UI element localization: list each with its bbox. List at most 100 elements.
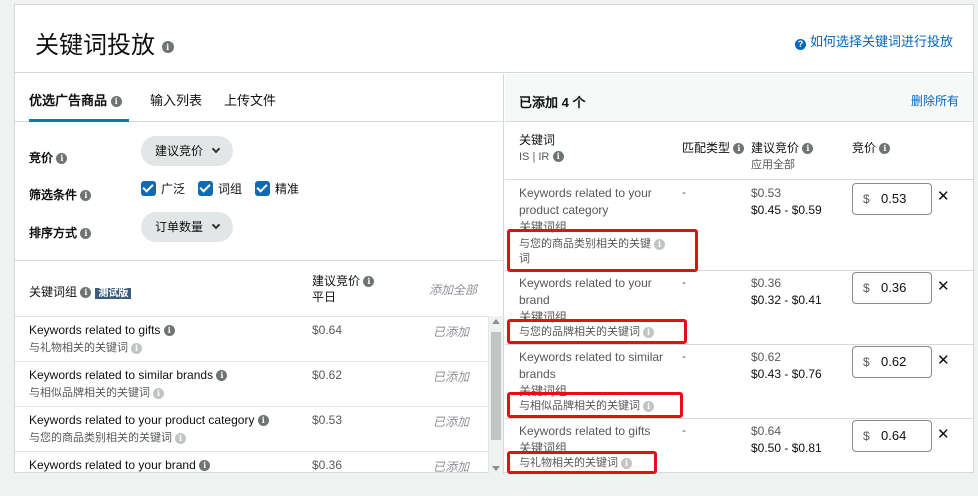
info-icon[interactable]: i xyxy=(131,342,143,354)
filter-exact-checkbox[interactable]: 精准 xyxy=(255,180,299,197)
beta-badge: 测试版 xyxy=(95,288,132,299)
suggested-bid: $0.64 $0.50 - $0.81 xyxy=(751,424,822,455)
info-icon[interactable]: i xyxy=(802,143,814,155)
info-icon[interactable]: i xyxy=(80,287,92,299)
highlight-box xyxy=(507,392,683,418)
keyword-text: Keywords related to gifts i xyxy=(29,323,175,337)
col-bid: 竞价 i xyxy=(852,140,891,156)
bid-input[interactable]: $0.53 xyxy=(852,183,932,215)
filter-phrase-checkbox[interactable]: 词组 xyxy=(198,180,242,197)
info-icon[interactable]: i xyxy=(110,96,122,108)
checkbox-checked-icon[interactable] xyxy=(198,181,213,196)
remove-icon[interactable]: ✕ xyxy=(937,351,950,369)
table-row: Keywords related to your brand i $0.36 已… xyxy=(15,451,488,496)
remove-icon[interactable]: ✕ xyxy=(937,425,950,443)
bid-input[interactable]: $0.64 xyxy=(852,420,932,452)
added-table-header: 关键词 IS | IR i 匹配类型 i 建议竞价 i 应用全部 竞价 i xyxy=(505,122,973,180)
bid-input[interactable]: $0.62 xyxy=(852,346,932,378)
keyword-text: Keywords related to similar brands i xyxy=(29,368,228,382)
keyword-translation: 与您的商品类别相关的关键词 i xyxy=(29,429,187,445)
table-row: Keywords related to similar brands i 与相似… xyxy=(15,361,488,406)
scroll-down-arrow-icon[interactable] xyxy=(492,466,500,471)
info-icon[interactable]: i xyxy=(216,370,228,382)
add-all-button[interactable]: 添加全部 xyxy=(429,281,477,298)
panel-header: 关键词投放 i ? 如何选择关键词进行投放 xyxy=(15,5,973,73)
help-link[interactable]: ? 如何选择关键词进行投放 xyxy=(794,31,953,50)
added-count: 已添加 4 个 xyxy=(519,95,586,110)
info-icon[interactable]: i xyxy=(161,40,174,53)
keyword-translation: 与相似品牌相关的关键词 i xyxy=(29,384,165,400)
tab-upload-file[interactable]: 上传文件 xyxy=(224,90,276,109)
suggested-bid: $0.64 xyxy=(312,323,343,337)
highlight-box xyxy=(507,451,657,474)
active-tab-indicator xyxy=(29,119,129,122)
tab-suggested[interactable]: 优选广告商品 i xyxy=(29,90,122,109)
checkbox-checked-icon[interactable] xyxy=(141,181,156,196)
bid-input[interactable]: $0.36 xyxy=(852,272,932,304)
col-suggested-bid: 建议竞价 i 平日 xyxy=(312,273,375,305)
info-icon[interactable]: i xyxy=(80,228,92,240)
info-icon[interactable]: i xyxy=(257,415,269,427)
keyword-translation: 与礼物相关的关键词 i xyxy=(29,339,143,355)
page-title: 关键词投放 i xyxy=(35,25,174,60)
table-row: Keywords related to your product categor… xyxy=(15,406,488,451)
tab-enter-list[interactable]: 输入列表 xyxy=(150,90,202,109)
added-header: 已添加 4 个 删除所有 xyxy=(505,74,973,122)
suggested-bid: $0.62 xyxy=(312,368,343,382)
suggested-bid: $0.53 $0.45 - $0.59 xyxy=(751,186,822,217)
added-keywords-panel: 已添加 4 个 删除所有 关键词 IS | IR i 匹配类型 i 建议竞价 i应… xyxy=(505,74,973,474)
info-icon[interactable]: i xyxy=(153,387,165,399)
info-icon[interactable]: i xyxy=(56,153,68,165)
remove-all-button[interactable]: 删除所有 xyxy=(911,92,959,109)
remove-icon[interactable]: ✕ xyxy=(937,187,950,205)
info-icon[interactable]: i xyxy=(175,432,187,444)
info-icon[interactable]: i xyxy=(363,276,375,288)
match-type: - xyxy=(682,349,686,363)
keyword-table-header: 关键词组 i 测试版 建议竞价 i 平日 添加全部 xyxy=(15,260,503,316)
highlight-box xyxy=(507,229,698,272)
filter-label: 筛选条件 i xyxy=(29,186,92,203)
table-row: Keywords related to gifts i 与礼物相关的关键词 i … xyxy=(15,316,488,361)
col-suggested-bid: 建议竞价 i 应用全部 xyxy=(751,140,814,173)
apply-all-link[interactable]: 应用全部 xyxy=(751,159,795,171)
match-type: - xyxy=(682,275,686,289)
keyword-list: Keywords related to gifts i 与礼物相关的关键词 i … xyxy=(15,316,488,474)
info-icon[interactable]: i xyxy=(552,151,564,163)
col-keyword: 关键词 IS | IR i xyxy=(519,132,564,165)
chevron-down-icon xyxy=(211,144,221,154)
suggested-bid: $0.62 $0.43 - $0.76 xyxy=(751,350,822,381)
checkbox-checked-icon[interactable] xyxy=(255,181,270,196)
chevron-down-icon xyxy=(211,220,221,230)
scroll-thumb[interactable] xyxy=(491,332,501,440)
suggestions-panel: 优选广告商品 i 输入列表 上传文件 竞价 i 建议竞价 筛选条件 i 广泛 词… xyxy=(15,74,504,474)
added-status: 已添加 xyxy=(433,370,470,384)
sort-label: 排序方式 i xyxy=(29,224,92,241)
keyword-text: Keywords related to your product categor… xyxy=(29,413,269,427)
match-type: - xyxy=(682,423,686,437)
keyword-text: Keywords related to your brand i xyxy=(29,458,211,472)
match-type: - xyxy=(682,185,686,199)
info-icon[interactable]: i xyxy=(199,460,211,472)
filter-broad-checkbox[interactable]: 广泛 xyxy=(141,180,185,197)
info-icon[interactable]: i xyxy=(163,325,175,337)
question-icon: ? xyxy=(794,39,806,50)
added-status: 已添加 xyxy=(433,325,470,339)
scroll-up-arrow-icon[interactable] xyxy=(492,319,500,324)
info-icon[interactable]: i xyxy=(80,190,92,202)
suggested-bid: $0.36 $0.32 - $0.41 xyxy=(751,276,822,307)
remove-icon[interactable]: ✕ xyxy=(937,277,950,295)
suggested-bid: $0.53 xyxy=(312,413,343,427)
col-match-type: 匹配类型 i xyxy=(682,140,745,156)
col-keyword-group: 关键词组 i 测试版 xyxy=(29,283,132,300)
tab-bar: 优选广告商品 i 输入列表 上传文件 xyxy=(15,74,503,122)
sort-select[interactable]: 订单数量 xyxy=(141,212,234,242)
info-icon[interactable]: i xyxy=(879,143,891,155)
keyword-targeting-panel: 关键词投放 i ? 如何选择关键词进行投放 优选广告商品 i 输入列表 上传文件 … xyxy=(14,4,974,474)
highlight-box xyxy=(507,319,687,344)
scrollbar[interactable] xyxy=(488,316,503,474)
bid-label: 竞价 i xyxy=(29,149,68,166)
added-status: 已添加 xyxy=(433,415,470,429)
info-icon[interactable]: i xyxy=(733,143,745,155)
bid-select[interactable]: 建议竞价 xyxy=(141,136,234,166)
suggested-bid: $0.36 xyxy=(312,458,343,472)
